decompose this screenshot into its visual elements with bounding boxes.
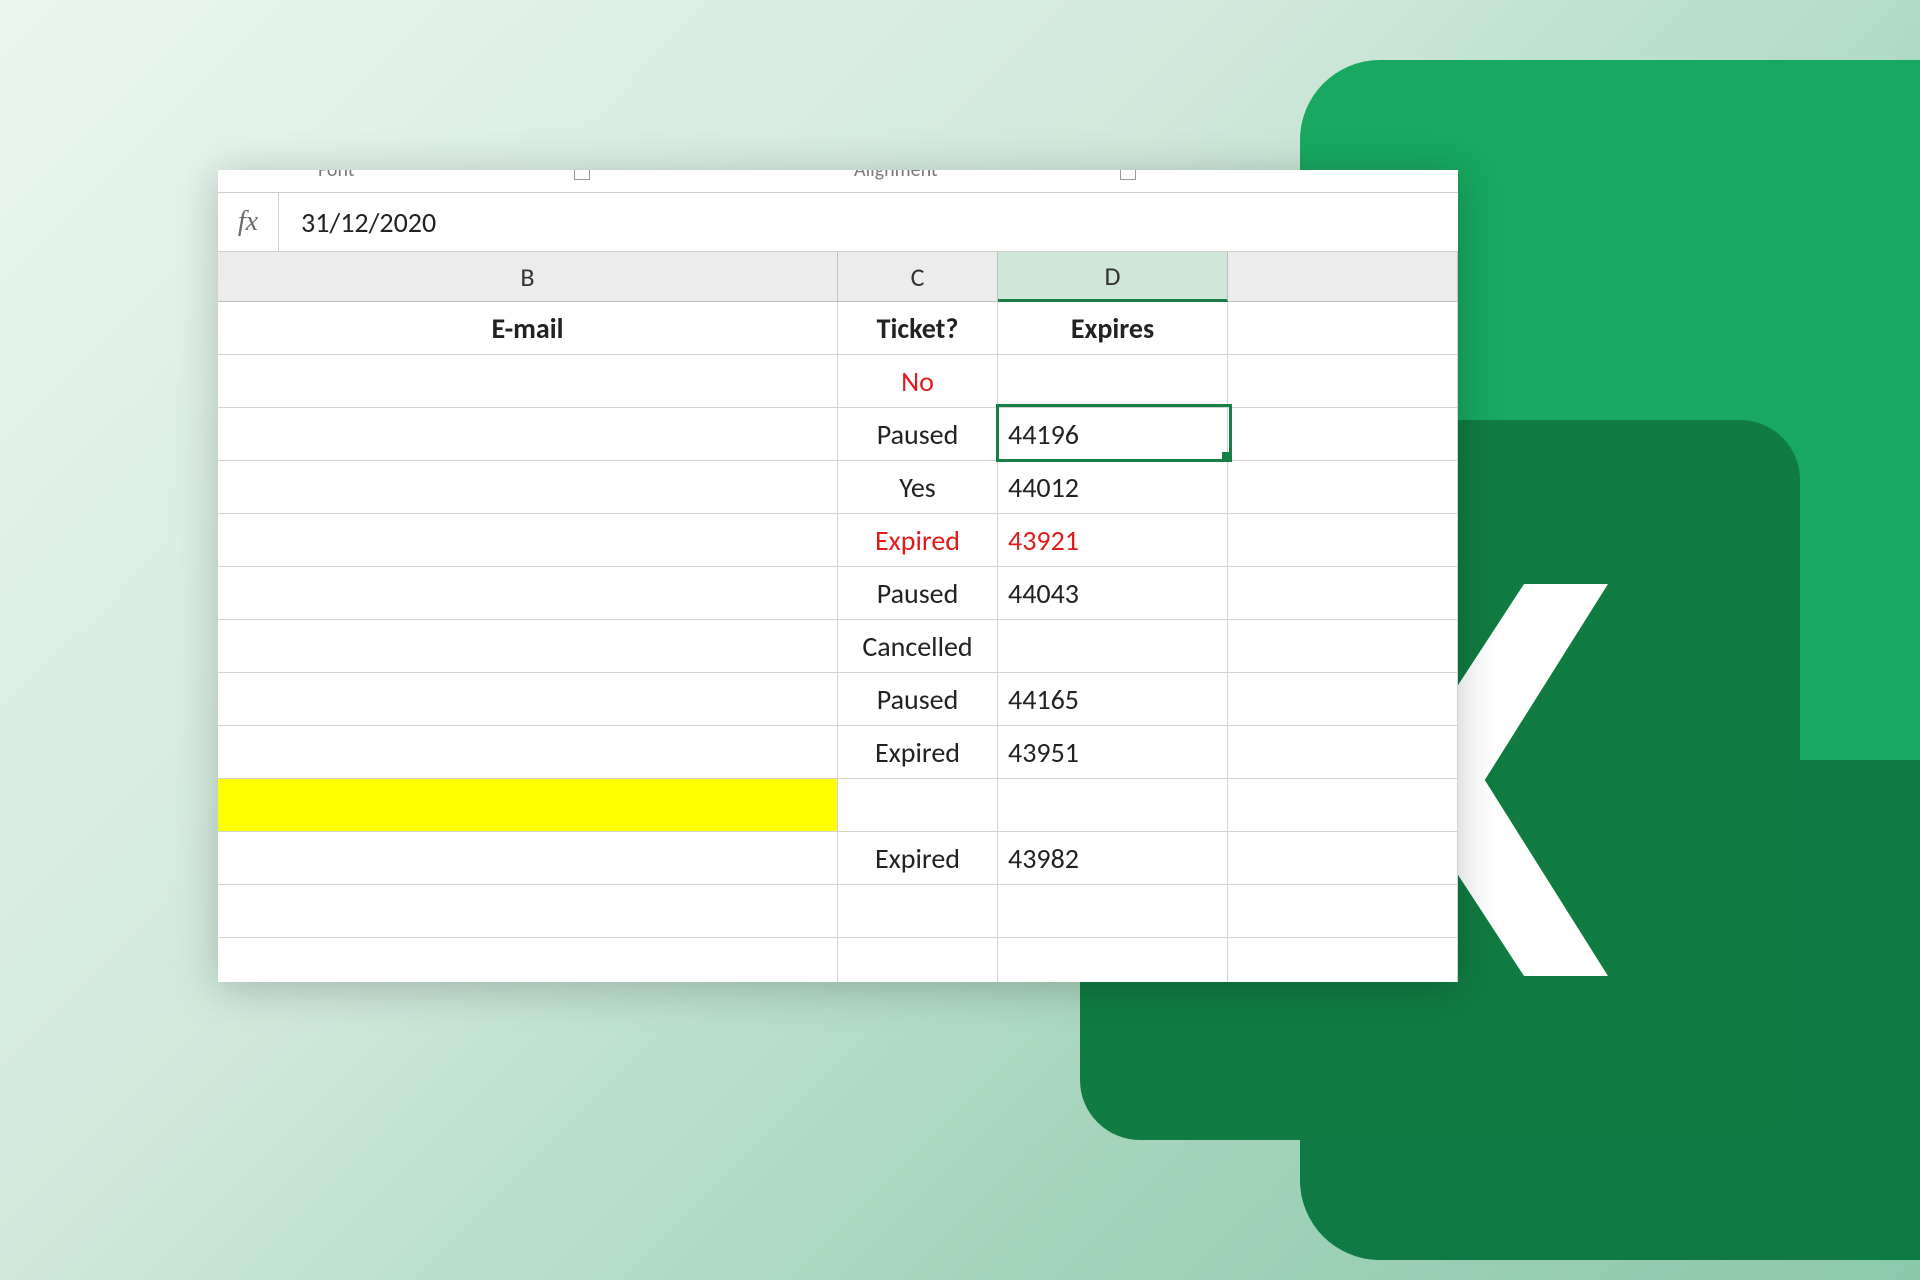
ribbon-dialog-launcher-icon[interactable] — [574, 170, 590, 180]
cell-ticket[interactable]: Paused — [838, 673, 998, 726]
header-email[interactable]: E-mail — [218, 302, 838, 355]
cell-expires[interactable]: 44043 — [998, 567, 1228, 620]
cell-email[interactable] — [218, 514, 838, 567]
cell-blank[interactable] — [1228, 885, 1458, 938]
table-row: Expired43982 — [218, 832, 1458, 885]
cell-blank[interactable] — [1228, 938, 1458, 982]
cell-email[interactable] — [218, 832, 838, 885]
cell-ticket[interactable]: No — [838, 355, 998, 408]
cell-email[interactable] — [218, 408, 838, 461]
table-row — [218, 779, 1458, 832]
table-row: No — [218, 355, 1458, 408]
cell-ticket[interactable]: Yes — [838, 461, 998, 514]
cell-email[interactable] — [218, 567, 838, 620]
table-header-row: E-mail Ticket? Expires — [218, 302, 1458, 355]
ribbon-group-alignment-label: Alignment — [854, 170, 938, 182]
header-ticket[interactable]: Ticket? — [838, 302, 998, 355]
table-row: Expired43951 — [218, 726, 1458, 779]
cell-email[interactable] — [218, 779, 838, 832]
cell-expires[interactable]: 43951 — [998, 726, 1228, 779]
excel-window: Font Alignment fx 31/12/2020 B C D E-mai… — [218, 170, 1458, 982]
column-header-blank[interactable] — [1228, 252, 1458, 302]
cell-ticket[interactable]: Expired — [838, 514, 998, 567]
cell-ticket[interactable]: Paused — [838, 567, 998, 620]
formula-input[interactable]: 31/12/2020 — [279, 193, 1458, 251]
cell-blank[interactable] — [1228, 567, 1458, 620]
cell-expires[interactable]: 43921 — [998, 514, 1228, 567]
cell-ticket[interactable] — [838, 885, 998, 938]
table-row — [218, 885, 1458, 938]
cell-blank[interactable] — [1228, 832, 1458, 885]
cell-email[interactable] — [218, 885, 838, 938]
table-row — [218, 938, 1458, 982]
cell-expires[interactable] — [998, 620, 1228, 673]
cell-ticket[interactable]: Paused — [838, 408, 998, 461]
cell-ticket[interactable] — [838, 779, 998, 832]
ribbon-dialog-launcher-icon[interactable] — [1120, 170, 1136, 180]
cell-blank[interactable] — [1228, 514, 1458, 567]
table-row: Paused44043 — [218, 567, 1458, 620]
cell-email[interactable] — [218, 355, 838, 408]
cell-ticket[interactable]: Cancelled — [838, 620, 998, 673]
cell-expires[interactable] — [998, 779, 1228, 832]
cell-email[interactable] — [218, 673, 838, 726]
cell-expires[interactable] — [998, 938, 1228, 982]
cell-email[interactable] — [218, 620, 838, 673]
fx-icon[interactable]: fx — [218, 193, 279, 251]
table-row: Paused44196 — [218, 408, 1458, 461]
ribbon-peek: Font Alignment — [218, 170, 1458, 193]
cell-blank[interactable] — [1228, 673, 1458, 726]
ribbon-group-font-label: Font — [318, 170, 354, 182]
cell-expires[interactable]: 43982 — [998, 832, 1228, 885]
table-row: Expired43921 — [218, 514, 1458, 567]
cell-ticket[interactable]: Expired — [838, 726, 998, 779]
cell-email[interactable] — [218, 726, 838, 779]
cell-expires[interactable] — [998, 355, 1228, 408]
cell-blank[interactable] — [1228, 726, 1458, 779]
cell-expires[interactable]: 44012 — [998, 461, 1228, 514]
formula-bar: fx 31/12/2020 — [218, 193, 1458, 252]
cell-blank[interactable] — [1228, 461, 1458, 514]
cell-email[interactable] — [218, 938, 838, 982]
cell-blank[interactable] — [1228, 620, 1458, 673]
cell-expires[interactable]: 44165 — [998, 673, 1228, 726]
header-expires[interactable]: Expires — [998, 302, 1228, 355]
cell-blank[interactable] — [1228, 779, 1458, 832]
cell-blank[interactable] — [1228, 408, 1458, 461]
cell-ticket[interactable]: Expired — [838, 832, 998, 885]
cell-blank[interactable] — [1228, 355, 1458, 408]
table-row: Cancelled — [218, 620, 1458, 673]
column-header-D[interactable]: D — [998, 252, 1228, 302]
column-headers-row: B C D — [218, 252, 1458, 302]
table-row: Yes44012 — [218, 461, 1458, 514]
header-blank[interactable] — [1228, 302, 1458, 355]
column-header-B[interactable]: B — [218, 252, 838, 302]
cell-expires[interactable]: 44196 — [998, 408, 1228, 461]
worksheet[interactable]: B C D E-mail Ticket? Expires NoPaused441… — [218, 252, 1458, 982]
cell-email[interactable] — [218, 461, 838, 514]
cell-ticket[interactable] — [838, 938, 998, 982]
table-row: Paused44165 — [218, 673, 1458, 726]
cell-expires[interactable] — [998, 885, 1228, 938]
column-header-C[interactable]: C — [838, 252, 998, 302]
